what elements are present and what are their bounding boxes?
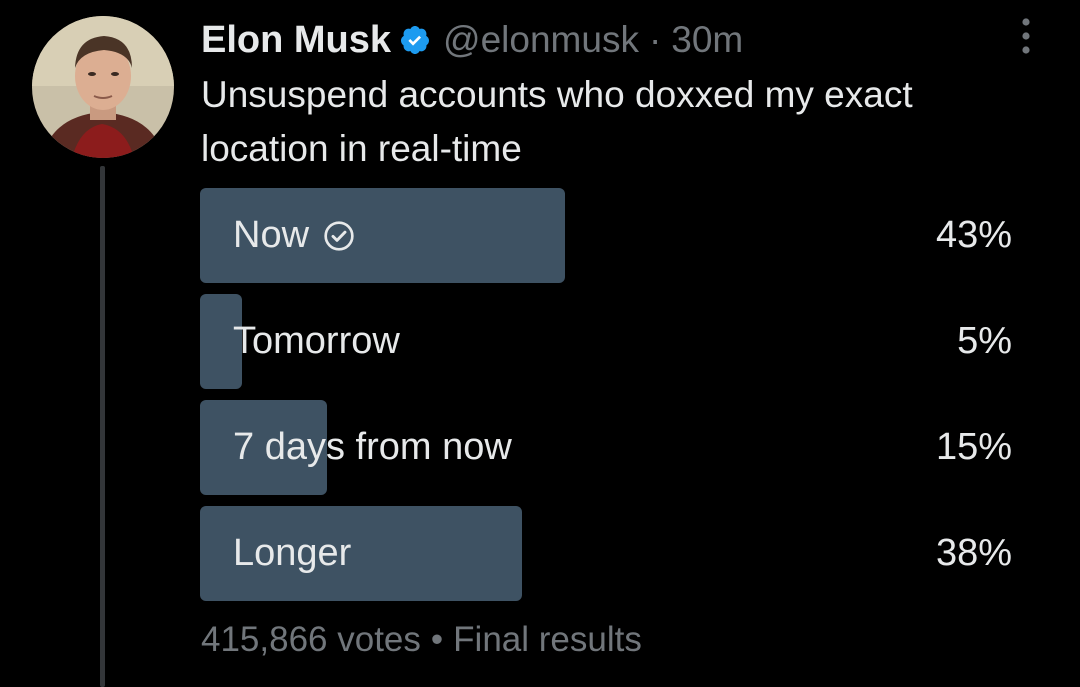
thread-line (100, 166, 105, 687)
poll-footer: 415,866 votes • Final results (201, 620, 642, 660)
tweet-header: Elon Musk @elonmusk · 30m (201, 14, 743, 66)
poll-option-label: 7 days from now (233, 426, 512, 468)
verified-badge-icon (399, 24, 431, 56)
header-separator: · (648, 19, 662, 60)
poll-option-label: Tomorrow (233, 320, 400, 362)
poll-option-now: Now 43% (200, 188, 1016, 283)
check-circle-icon (323, 220, 355, 252)
footer-bullet: • (430, 620, 444, 659)
poll-option-tomorrow: Tomorrow 5% (200, 294, 1016, 389)
poll-option-percent: 5% (957, 320, 1012, 362)
poll-option-label: Longer (233, 532, 352, 574)
author-avatar[interactable] (32, 16, 174, 158)
poll-option-longer: Longer 38% (200, 506, 1016, 601)
poll-option-7-days: 7 days from now 15% (200, 400, 1016, 495)
poll-vote-count: 415,866 votes (201, 620, 421, 659)
poll-option-percent: 15% (935, 426, 1012, 468)
poll: Now 43% Tomorrow 5% 7 days from now 15% … (200, 188, 1016, 612)
avatar-image (32, 16, 174, 158)
poll-status: Final results (453, 620, 642, 659)
poll-option-percent: 38% (935, 532, 1012, 574)
tweet-timestamp[interactable]: 30m (671, 19, 743, 61)
poll-option-percent: 43% (935, 214, 1012, 256)
poll-option-label: Now (233, 214, 310, 256)
author-handle[interactable]: @elonmusk (443, 19, 639, 61)
more-options-icon[interactable] (1008, 14, 1044, 58)
tweet-text: Unsuspend accounts who doxxed my exact l… (201, 74, 913, 169)
author-name[interactable]: Elon Musk (201, 19, 391, 62)
